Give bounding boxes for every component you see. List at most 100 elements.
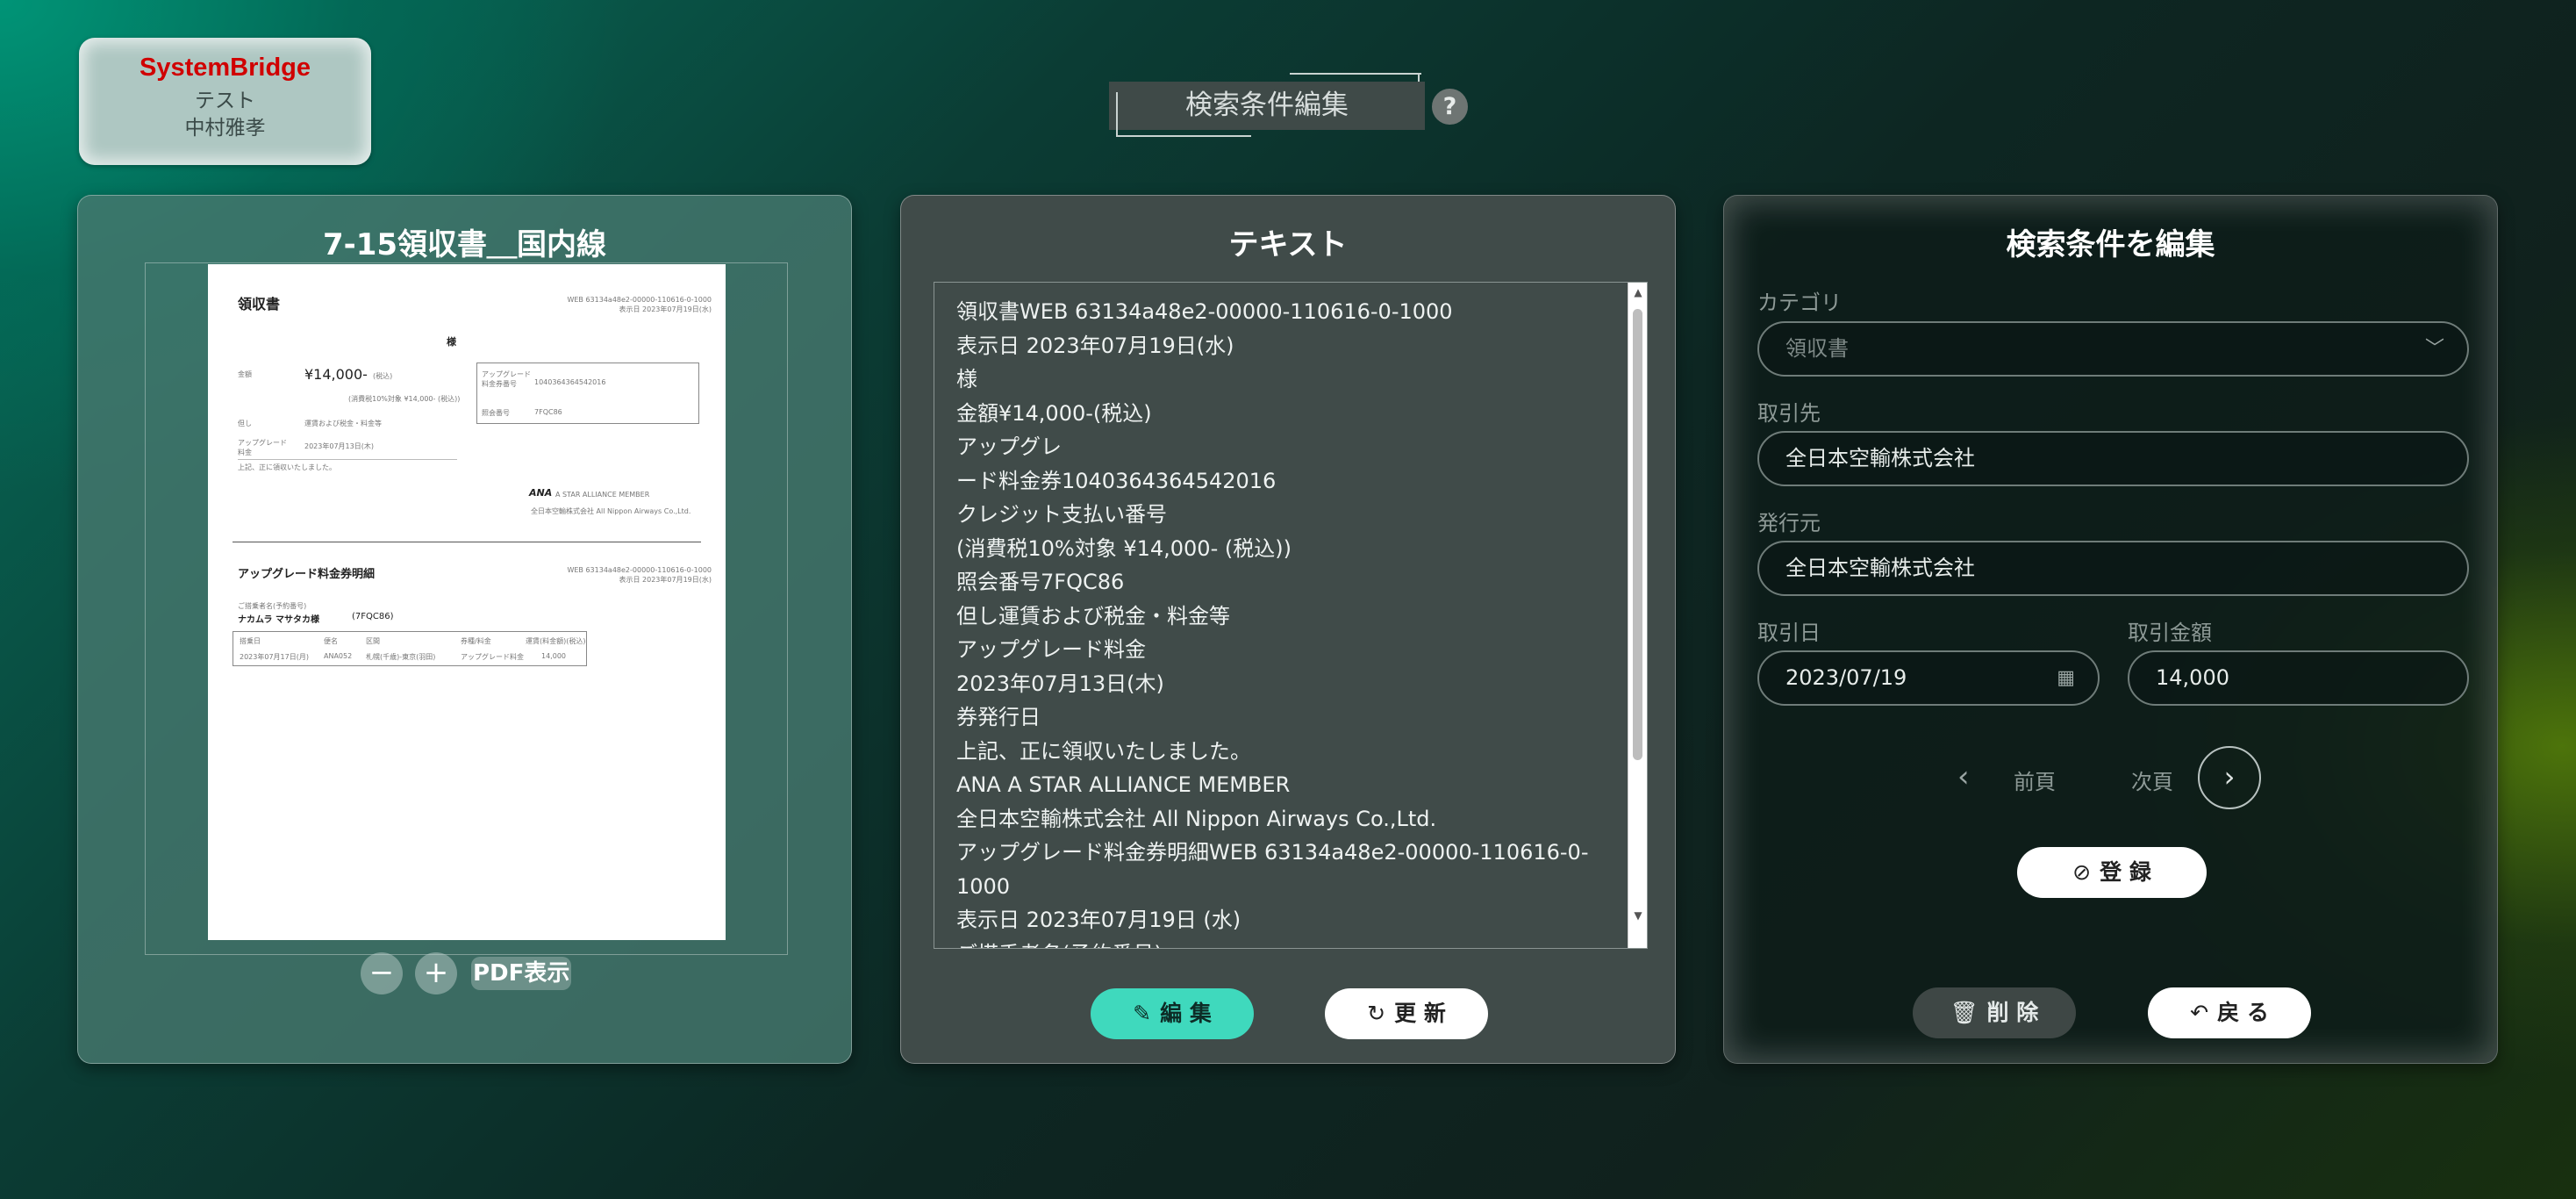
edit-button-label: 編 集 bbox=[1160, 1001, 1212, 1026]
text-line: ご搭乗者名(予約番号) bbox=[956, 937, 1614, 949]
doc-sama: 様 bbox=[447, 336, 456, 348]
form-title: 検索条件を編集 bbox=[2006, 227, 2215, 262]
doc-col5: 運賃(料金額)(税込) bbox=[526, 637, 586, 645]
text-panel-title: テキスト bbox=[1228, 227, 1348, 262]
text-line: 表示日 2023年07月19日(水) bbox=[956, 333, 1234, 358]
doc-booking: (7FQC86) bbox=[352, 612, 394, 621]
doc-detail-right1: WEB 63134a48e2-00000-110616-0-1000 bbox=[567, 566, 712, 574]
logo-line-1: テスト bbox=[195, 90, 255, 112]
doc-amount-suffix: (税込) bbox=[373, 372, 393, 380]
text-line: 券発行日 bbox=[956, 705, 1041, 729]
text-line: ード料金券1040364364542016 bbox=[956, 468, 1277, 493]
amount-field[interactable]: 14,000 bbox=[2128, 650, 2469, 706]
doc-col1: 搭乗日 bbox=[240, 637, 261, 645]
doc-amount: ¥14,000- bbox=[304, 366, 368, 383]
doc-amount-label: 金額 bbox=[238, 370, 252, 378]
brand-name: SystemBridge bbox=[139, 54, 311, 82]
prev-page-icon[interactable]: ‹ bbox=[1957, 759, 1970, 794]
doc-amount-note: (消費税10%対象 ¥14,000- (税込)) bbox=[348, 395, 461, 403]
doc-header-right1: WEB 63134a48e2-00000-110616-0-1000 bbox=[567, 296, 712, 304]
text-panel: テキスト 領収書WEB 63134a48e2-00000-110616-0-10… bbox=[900, 195, 1676, 1064]
issuer-label: 発行元 bbox=[1757, 511, 1821, 535]
delete-button-label: 削 除 bbox=[1986, 1000, 2039, 1025]
doc-upgrade-date: 2023年07月13日(木) bbox=[304, 442, 374, 450]
doc-col2: 便名 bbox=[324, 637, 338, 645]
page-title: 検索条件編集 bbox=[1109, 82, 1425, 130]
help-icon[interactable]: ? bbox=[1432, 89, 1468, 125]
logo-line-2: 中村雅孝 bbox=[184, 117, 266, 140]
delete-button[interactable]: 🗑 削 除 bbox=[1913, 987, 2076, 1038]
date-value: 2023/07/19 bbox=[1785, 665, 1907, 690]
partner-field[interactable]: 全日本空輸株式会社 bbox=[1757, 431, 2469, 486]
doc-right-label1: アップグレード料金券番号 bbox=[482, 370, 531, 388]
text-line: クレジット支払い番号 bbox=[956, 502, 1167, 527]
text-line: アップグレード料金券明細WEB 63134a48e2-00000-110616-… bbox=[956, 840, 1589, 865]
next-page-button[interactable]: › bbox=[2198, 746, 2261, 809]
doc-heading: 領収書 bbox=[238, 296, 281, 312]
scroll-down-icon[interactable]: ▼ bbox=[1628, 909, 1647, 922]
doc-tadashi-val: 運賃および税金・料金等 bbox=[304, 420, 382, 427]
ocr-textarea[interactable]: 領収書WEB 63134a48e2-00000-110616-0-1000 表示… bbox=[934, 282, 1648, 949]
doc-receipt-note: 上記、正に領収いたしました。 bbox=[238, 463, 336, 471]
trash-icon: 🗑 bbox=[1950, 1000, 1979, 1025]
date-field[interactable]: 2023/07/19 ▦ bbox=[1757, 650, 2100, 706]
doc-right-val2: 7FQC86 bbox=[534, 408, 562, 416]
zoom-in-button[interactable]: + bbox=[415, 952, 457, 994]
text-line: 照会番号7FQC86 bbox=[956, 570, 1125, 594]
text-line: 金額¥14,000-(税込) bbox=[956, 400, 1152, 426]
text-line: ANA A STAR ALLIANCE MEMBER bbox=[956, 772, 1291, 797]
update-button[interactable]: ↻ 更 新 bbox=[1325, 988, 1488, 1039]
scroll-thumb[interactable] bbox=[1633, 309, 1642, 760]
next-page-label: 次頁 bbox=[2131, 770, 2173, 794]
text-scrollbar[interactable]: ▲ ▼ bbox=[1628, 283, 1647, 948]
calendar-icon[interactable]: ▦ bbox=[2057, 652, 2075, 704]
issuer-field[interactable]: 全日本空輸株式会社 bbox=[1757, 541, 2469, 596]
text-line: 表示日 2023年07月19日 (水) bbox=[956, 908, 1241, 932]
undo-icon: ↶ bbox=[2190, 1000, 2209, 1025]
back-button-label: 戻 る bbox=[2217, 1000, 2269, 1025]
chevron-right-icon: › bbox=[2223, 760, 2236, 793]
app-logo: SystemBridge テスト 中村雅孝 bbox=[79, 38, 371, 165]
register-button[interactable]: ⊘ 登 録 bbox=[2017, 847, 2207, 898]
date-label: 取引日 bbox=[1757, 621, 1821, 645]
scroll-up-icon[interactable]: ▲ bbox=[1628, 286, 1647, 298]
pdf-view-button[interactable]: PDF表示 bbox=[471, 957, 572, 990]
doc-tadashi: 但し bbox=[238, 420, 252, 427]
amount-label: 取引金額 bbox=[2128, 621, 2212, 645]
doc-passenger: ナカムラ マサタカ様 bbox=[238, 615, 319, 625]
text-line: アップグレ bbox=[956, 434, 1062, 459]
search-form-panel: 検索条件を編集 カテゴリ 領収書 ﹀ 取引先 全日本空輸株式会社 発行元 全日本… bbox=[1723, 195, 2498, 1064]
document-preview[interactable]: 領収書 WEB 63134a48e2-00000-110616-0-1000 表… bbox=[208, 264, 726, 940]
doc-row3: 札幌(千歳)-東京(羽田) bbox=[366, 653, 436, 661]
doc-ana-star: A STAR ALLIANCE MEMBER bbox=[555, 491, 650, 499]
check-circle-icon: ⊘ bbox=[2072, 859, 2092, 885]
doc-col3: 区間 bbox=[366, 637, 380, 645]
text-line: 1000 bbox=[956, 873, 1011, 899]
zoom-out-button[interactable]: − bbox=[361, 952, 403, 994]
refresh-icon: ↻ bbox=[1367, 1001, 1386, 1026]
text-line: (消費税10%対象 ¥14,000- (税込)) bbox=[956, 535, 1292, 561]
deco-line bbox=[1116, 135, 1251, 137]
edit-button[interactable]: ✎ 編 集 bbox=[1091, 988, 1254, 1039]
pencil-icon: ✎ bbox=[1133, 1001, 1152, 1026]
text-line: 2023年07月13日(木) bbox=[956, 671, 1164, 696]
doc-row2: ANA052 bbox=[324, 652, 353, 660]
category-select[interactable]: 領収書 ﹀ bbox=[1757, 321, 2469, 377]
text-line: 上記、正に領収いたしました。 bbox=[956, 738, 1251, 764]
update-button-label: 更 新 bbox=[1394, 1001, 1446, 1026]
category-label: カテゴリ bbox=[1757, 291, 1842, 315]
doc-header-right2: 表示日 2023年07月19日(水) bbox=[619, 305, 712, 313]
category-value: 領収書 bbox=[1785, 336, 1849, 361]
doc-right-val1: 1040364364542016 bbox=[534, 378, 606, 386]
back-button[interactable]: ↶ 戻 る bbox=[2148, 987, 2311, 1038]
doc-upgrade-label: アップグレード料金 bbox=[238, 439, 287, 456]
prev-page-button[interactable]: 前頁 bbox=[2014, 765, 2056, 795]
doc-col4: 券種/料金 bbox=[461, 637, 491, 645]
preview-panel: 7-15領収書＿国内線 領収書 WEB 63134a48e2-00000-110… bbox=[77, 195, 852, 1064]
partner-label: 取引先 bbox=[1757, 401, 1821, 426]
doc-ana-logo: ANA bbox=[529, 487, 553, 499]
text-line: 全日本空輸株式会社 All Nippon Airways Co.,Ltd. bbox=[956, 806, 1437, 831]
doc-row1: 2023年07月17日(月) bbox=[240, 653, 309, 661]
doc-detail-right2: 表示日 2023年07月19日(水) bbox=[619, 576, 712, 584]
preview-title: 7-15領収書＿国内線 bbox=[322, 227, 607, 262]
